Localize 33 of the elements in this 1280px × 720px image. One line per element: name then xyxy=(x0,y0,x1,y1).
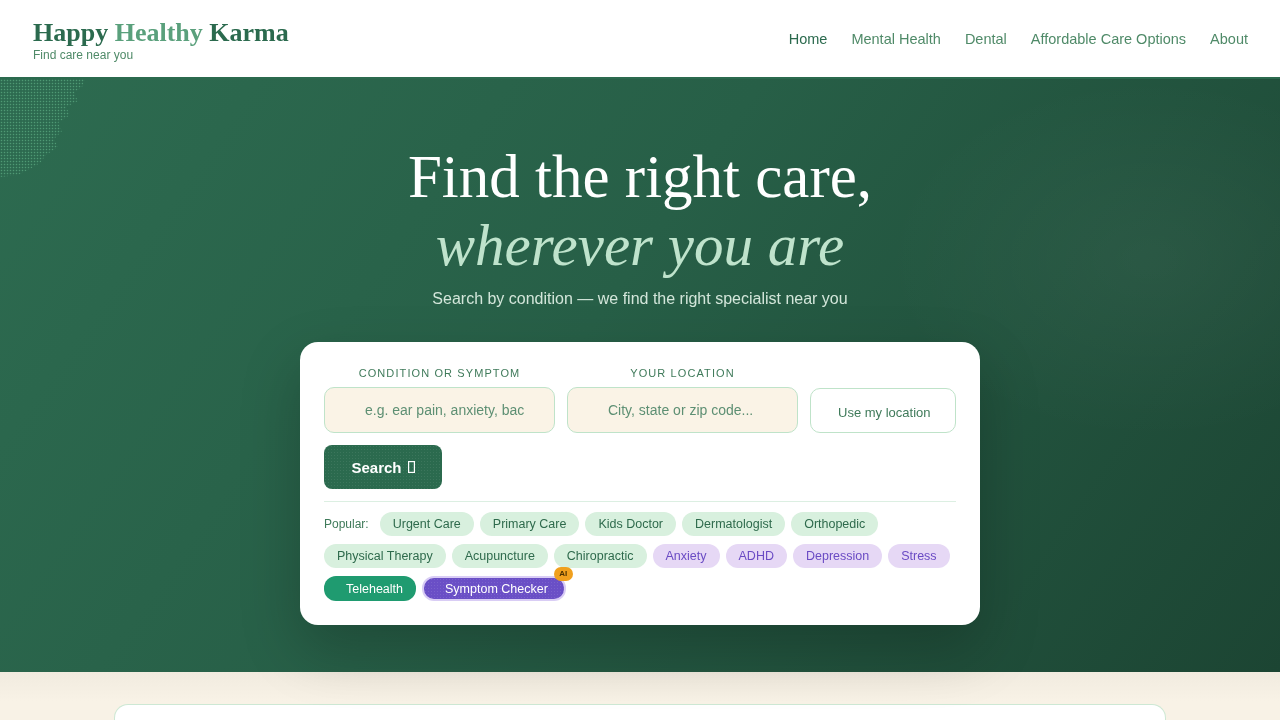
popular-label: Popular: xyxy=(324,516,369,533)
filter-chip[interactable]: Kids Doctor xyxy=(585,512,677,536)
filter-chip[interactable]: Acupuncture xyxy=(451,544,548,568)
glyph-box-icon xyxy=(407,461,415,473)
field-label: CONDITION OR SYMPTOM xyxy=(358,366,521,381)
search-button[interactable]: Search xyxy=(324,445,442,489)
hero-title-emphasis: wherever you are xyxy=(435,211,845,279)
field-label: YOUR LOCATION xyxy=(630,366,735,381)
filter-chip[interactable]: ADHD xyxy=(725,544,787,568)
filter-chip[interactable]: Anxiety xyxy=(652,544,720,568)
filter-chip[interactable]: Physical Therapy xyxy=(324,544,446,568)
use-location-button[interactable]: Use my location xyxy=(810,388,956,433)
filter-chip[interactable]: Symptom Checker xyxy=(422,576,566,601)
nav-link[interactable]: Affordable Care Options xyxy=(1030,30,1187,47)
site-logo[interactable]: Happy Healthy Karma xyxy=(33,18,289,47)
hero-subtitle: Search by condition — we find the right specialist near you xyxy=(432,289,848,309)
nav-link[interactable]: Dental xyxy=(964,30,1007,47)
filter-chip[interactable]: Chiropractic xyxy=(553,544,647,568)
filter-chip[interactable]: Dermatologist xyxy=(682,512,786,536)
ai-badge: AI xyxy=(553,567,573,581)
site-tagline: Find care near you xyxy=(33,46,135,63)
input-field[interactable]: e.g. ear pain, anxiety, bac xyxy=(324,387,555,433)
nav-link[interactable]: About xyxy=(1210,30,1248,47)
filter-chip[interactable]: Urgent Care xyxy=(379,512,474,536)
hero-title: Find the right care, xyxy=(407,143,873,211)
filter-chip[interactable]: Primary Care xyxy=(479,512,580,536)
nav-link[interactable]: Home xyxy=(788,30,828,47)
filter-chip[interactable]: Stress xyxy=(888,544,950,568)
filter-chip[interactable]: Depression xyxy=(792,544,883,568)
input-field[interactable]: City, state or zip code... xyxy=(567,387,798,433)
filter-chip[interactable]: Telehealth xyxy=(324,576,416,601)
filter-chip[interactable]: Orthopedic xyxy=(791,512,879,536)
nav-link[interactable]: Mental Health xyxy=(851,30,941,47)
